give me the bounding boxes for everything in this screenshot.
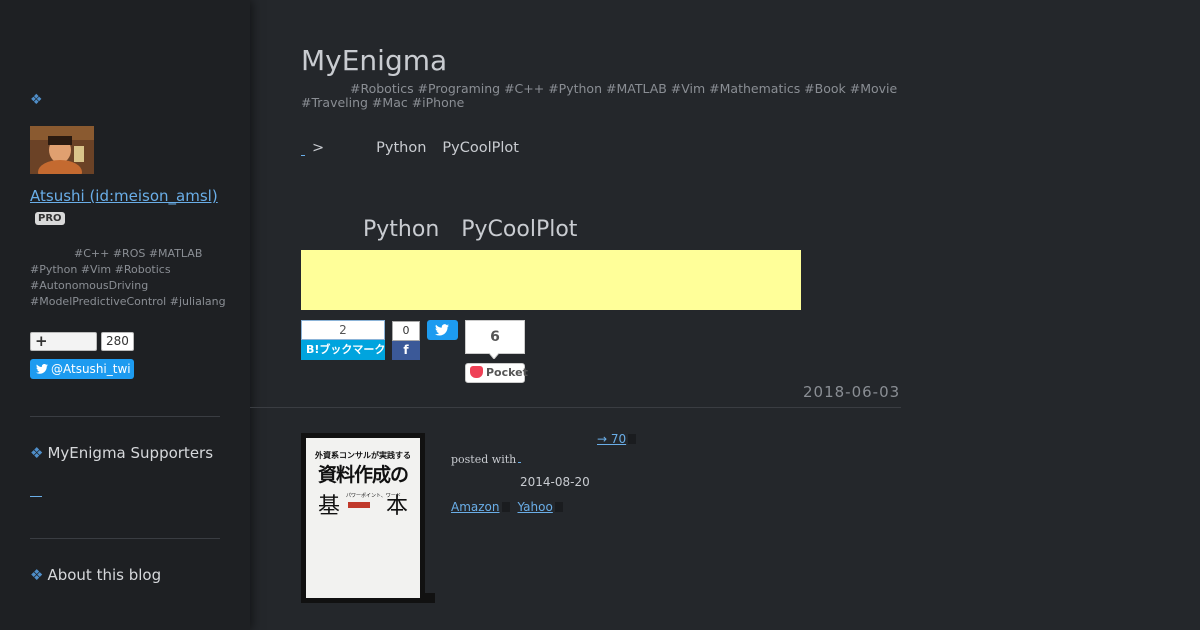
pocket-label: Pocket xyxy=(486,366,528,379)
subscribe-button[interactable]: + xyxy=(30,332,97,351)
divider xyxy=(250,407,901,408)
avatar[interactable] xyxy=(30,126,94,174)
entry-title-part: Python xyxy=(363,217,440,242)
posted-with-link[interactable] xyxy=(518,454,522,463)
shadow-decoration xyxy=(425,593,435,603)
cover-line: 基 xyxy=(318,494,341,519)
product-title-link[interactable]: → 70 xyxy=(451,432,637,446)
book-cover-image[interactable]: 外資系コンサルが実践する 資料作成の 基 本 パワーポイント、ワード xyxy=(301,433,425,603)
book-cover: 外資系コンサルが実践する 資料作成の 基 本 パワーポイント、ワード xyxy=(306,438,420,598)
section-about: ❖ About this blog xyxy=(30,566,161,584)
posted-with: posted with xyxy=(451,453,522,466)
blog-title[interactable]: MyEnigma xyxy=(301,44,447,77)
pro-badge: PRO xyxy=(35,212,65,225)
pocket-count-pointer xyxy=(489,353,499,359)
amazon-link[interactable]: Amazon xyxy=(451,500,500,514)
sidebar: ❖ Atsushi (id:meison_amsl) PRO #C++ #ROS… xyxy=(0,0,250,630)
pocket-icon xyxy=(470,366,483,378)
twitter-share-button[interactable] xyxy=(427,320,458,340)
yahoo-link[interactable]: Yahoo xyxy=(518,500,553,514)
diamond-icon: ❖ xyxy=(30,444,44,462)
divider xyxy=(30,538,220,539)
hatena-bookmark-count[interactable]: 2 xyxy=(301,320,385,340)
section-supporters: ❖ MyEnigma Supporters xyxy=(30,444,213,462)
supporters-link[interactable] xyxy=(30,487,42,497)
facebook-share-button[interactable]: f xyxy=(392,341,420,360)
entry-title-part: PyCoolPlot xyxy=(461,217,578,242)
twitter-bird-icon xyxy=(36,363,48,374)
hatena-bookmark-button[interactable]: B!ブックマーク xyxy=(301,340,385,360)
breadcrumb: > Python PyCoolPlot xyxy=(301,140,535,156)
cover-accent xyxy=(348,502,370,508)
section-title: About this blog xyxy=(47,566,162,584)
entry-title[interactable]: Python PyCoolPlot xyxy=(363,217,599,242)
pocket-count[interactable]: 6 xyxy=(465,320,525,354)
external-icon xyxy=(554,502,563,512)
author-name-link[interactable]: Atsushi (id:meison_amsl) xyxy=(30,187,218,205)
facebook-icon: f xyxy=(403,343,409,357)
breadcrumb-home-link[interactable] xyxy=(301,142,305,156)
diamond-icon: ❖ xyxy=(30,566,44,584)
cover-line: 資料作成の xyxy=(317,464,409,486)
subscriber-count: 280 xyxy=(101,332,134,351)
breadcrumb-item[interactable]: Python xyxy=(376,140,426,156)
author-description: #C++ #ROS #MATLAB #Python #Vim #Robotics… xyxy=(30,247,226,308)
external-icon xyxy=(628,434,637,444)
twitter-bird-icon xyxy=(435,324,449,336)
shop-links: Amazon Yahoo xyxy=(451,500,571,514)
divider xyxy=(30,416,220,417)
section-title: MyEnigma Supporters xyxy=(47,444,214,462)
ad-banner[interactable] xyxy=(301,250,801,310)
diamond-icon: ❖ xyxy=(30,92,43,108)
breadcrumb-item[interactable]: PyCoolPlot xyxy=(442,140,519,156)
external-icon xyxy=(501,502,510,512)
pocket-button[interactable]: Pocket xyxy=(465,363,528,383)
product-title: → 70 xyxy=(597,432,627,446)
cover-line: パワーポイント、ワード xyxy=(346,493,401,499)
blog-description: #Robotics #Programing #C++ #Python #MATL… xyxy=(301,81,898,110)
twitter-handle: @Atsushi_twi xyxy=(51,362,131,376)
release-date: 2014-08-20 xyxy=(520,475,590,489)
breadcrumb-separator: > xyxy=(312,140,325,156)
twitter-follow-button[interactable]: @Atsushi_twi xyxy=(30,359,134,379)
entry-date: 2018-06-03 xyxy=(803,383,901,401)
posted-with-label: posted with xyxy=(451,453,517,466)
facebook-share-count[interactable]: 0 xyxy=(392,321,420,341)
plus-icon: + xyxy=(35,332,48,350)
